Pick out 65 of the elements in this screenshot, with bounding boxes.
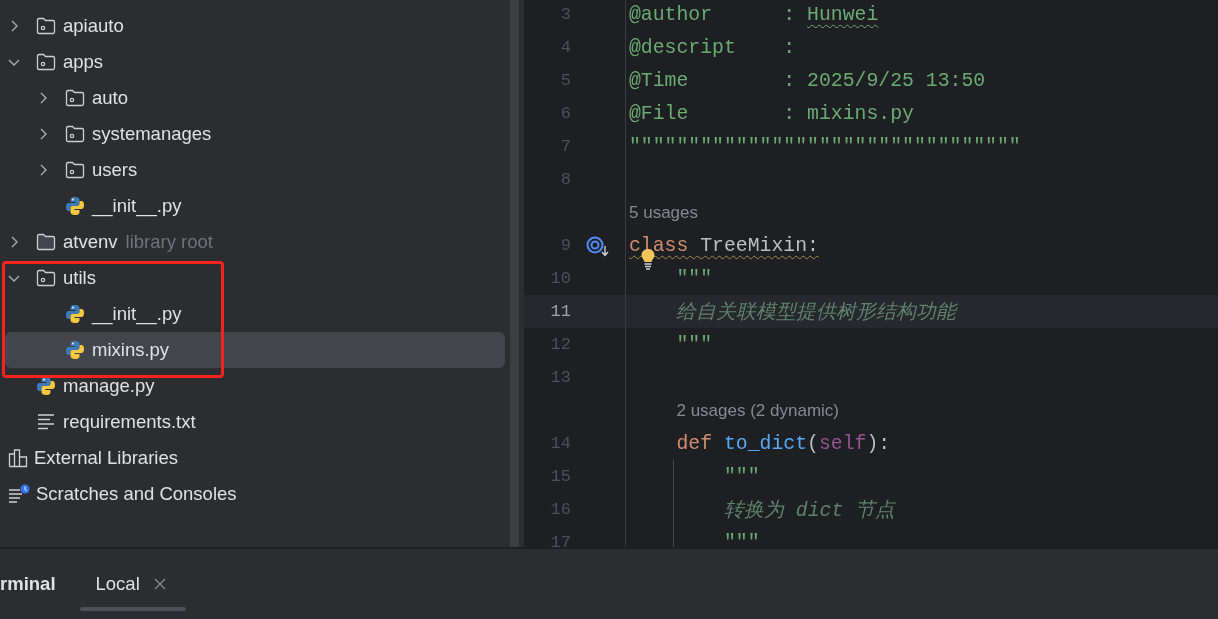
tree-item[interactable]: apps	[5, 44, 505, 80]
file-name: systemanages	[92, 123, 212, 145]
python-file-icon	[65, 340, 85, 360]
tree-item[interactable]: users	[5, 152, 505, 188]
terminal-tab[interactable]: Local	[95, 573, 166, 595]
library-root-hint: library root	[125, 231, 213, 253]
line-number: 11	[550, 302, 571, 321]
tree-item[interactable]: __init__.py	[5, 296, 505, 332]
module-folder-icon	[65, 125, 85, 143]
file-name: requirements.txt	[63, 411, 196, 433]
python-file-icon	[65, 304, 85, 324]
panel-title[interactable]: rminal	[0, 573, 56, 595]
module-folder-icon	[36, 269, 56, 287]
folder-icon	[36, 233, 56, 251]
python-file-icon	[36, 376, 56, 396]
tree-item[interactable]: requirements.txt	[5, 404, 505, 440]
module-folder-icon	[65, 89, 85, 107]
file-name: apiauto	[63, 15, 124, 37]
code-line: """	[722, 465, 760, 488]
tree-item[interactable]: auto	[5, 80, 505, 116]
file-name: __init__.py	[92, 303, 182, 325]
override-marker-icon[interactable]	[586, 234, 610, 257]
text-file-icon	[36, 413, 56, 431]
file-name: auto	[92, 87, 128, 109]
library-icon	[8, 448, 28, 468]
scrollbar[interactable]	[80, 607, 186, 611]
code-line: 给自关联模型提供树形结构功能	[675, 300, 957, 325]
usages-hint[interactable]: 2 usages (2 dynamic)	[629, 399, 839, 422]
scrollbar[interactable]	[510, 0, 519, 547]
code-line: """""""""""""""""""""""""""""""""	[629, 135, 1021, 158]
code-line: def to_dict(self):	[675, 432, 891, 455]
module-folder-icon	[36, 53, 56, 71]
file-name: mixins.py	[92, 339, 170, 361]
code-line: """	[675, 267, 713, 290]
tree-item[interactable]: utils	[5, 260, 505, 296]
code-line: @descript :	[629, 36, 796, 59]
module-folder-icon	[36, 17, 56, 35]
python-file-icon	[65, 196, 85, 216]
code-line: 转换为 dict 节点	[722, 498, 896, 523]
code-line: """	[722, 531, 760, 547]
module-folder-icon	[65, 161, 85, 179]
file-name: __init__.py	[92, 195, 182, 217]
code-line: @File : mixins.py	[629, 102, 914, 125]
tree-item[interactable]: systemanages	[5, 116, 505, 152]
tree-item[interactable]: __init__.py	[5, 188, 505, 224]
file-name: Scratches and Consoles	[36, 483, 237, 505]
close-icon[interactable]	[153, 578, 166, 590]
file-name: utils	[63, 267, 96, 289]
file-name: apps	[63, 51, 104, 73]
file-name: manage.py	[63, 375, 155, 397]
tree-item[interactable]: Scratches and Consoles	[5, 476, 505, 512]
tree-item[interactable]: External Libraries	[5, 440, 505, 476]
file-name: External Libraries	[34, 447, 178, 469]
scratches-icon	[8, 484, 30, 504]
tree-item[interactable]: manage.py	[5, 368, 505, 404]
tree-item[interactable]: apiauto	[5, 8, 505, 44]
code-line: """	[675, 333, 713, 356]
file-name: users	[92, 159, 138, 181]
code-line: @Time : 2025/9/25 13:50	[629, 69, 986, 92]
code-line: class TreeMixin:	[629, 234, 819, 257]
tree-item[interactable]: mixins.py	[5, 332, 505, 368]
usages-hint[interactable]: 5 usages	[629, 201, 698, 224]
tree-item[interactable]: atvenv library root	[5, 224, 505, 260]
code-line: @author : Hunwei	[629, 3, 879, 26]
file-name: atvenv	[63, 231, 118, 253]
